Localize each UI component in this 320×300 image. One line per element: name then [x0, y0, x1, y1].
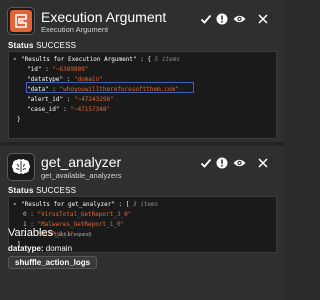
datatype-label: datatype:	[8, 244, 44, 253]
datatype-line: datatype: domain	[8, 244, 72, 253]
eye-icon[interactable]	[232, 156, 246, 170]
close-icon[interactable]	[256, 156, 270, 170]
shuffle-logo-icon	[7, 7, 35, 35]
json-value: "whoyouwillthereforesoftthem.com"	[59, 86, 179, 93]
json-row[interactable]: "data" : "whoyouwillthereforesoftthem.co…	[27, 85, 179, 95]
json-item-count: 5 items	[154, 56, 180, 63]
json-root-row[interactable]: ▾ "Results for get_analyzer" : [ 3 items	[13, 200, 158, 210]
json-value: "~6389809"	[52, 66, 89, 73]
json-root-brace: : {	[136, 56, 152, 63]
variables-hint: (click to expand)	[55, 232, 92, 238]
json-key: "case_id"	[27, 106, 60, 113]
collapse-triangle-icon[interactable]: ▾	[13, 200, 21, 210]
json-key: "data"	[27, 86, 49, 93]
variables-heading[interactable]: Variables (click to expand)	[8, 227, 91, 239]
status-label: Status	[8, 41, 34, 50]
json-close-brace: }	[17, 116, 21, 123]
json-root-row[interactable]: ▾ "Results for Execution Argument" : { 5 …	[13, 55, 180, 65]
card-subtitle: get_available_analyzers	[41, 171, 122, 180]
json-root-key: "Results for get_analyzer"	[21, 201, 115, 208]
checkmark-icon[interactable]	[199, 12, 213, 26]
json-row[interactable]: "alert_id" : "~47243298"	[27, 95, 114, 105]
json-item-count: 3 items	[133, 201, 159, 208]
card-title: Execution Argument	[41, 9, 167, 25]
get-analyzer-card: get_analyzer get_available_analyzers Sta…	[0, 146, 284, 300]
status-line: Status SUCCESS	[8, 186, 76, 195]
shuffle-action-logs-chip[interactable]: shuffle_action_logs	[8, 256, 98, 269]
json-key: "id"	[27, 66, 42, 73]
json-index: 0 :	[23, 211, 34, 218]
json-value: "~47157348"	[70, 106, 111, 113]
json-array-row[interactable]: 0 : "VirusTotal_GetReport_3_0"	[23, 210, 131, 220]
json-value: "VirusTotal_GetReport_3_0"	[37, 211, 132, 218]
execution-argument-card: Execution Argument Execution Argument St…	[0, 0, 284, 142]
status-value: SUCCESS	[36, 186, 77, 195]
alert-icon[interactable]	[215, 156, 229, 170]
status-label: Status	[8, 186, 34, 195]
json-root-key: "Results for Execution Argument"	[21, 56, 137, 63]
status-value: SUCCESS	[36, 41, 77, 50]
json-root-brace: : [	[114, 201, 130, 208]
variables-title: Variables	[8, 227, 54, 239]
json-viewer[interactable]: ▾ "Results for Execution Argument" : { 5 …	[8, 51, 277, 139]
status-line: Status SUCCESS	[8, 41, 76, 50]
alert-icon[interactable]	[215, 12, 229, 26]
card-subtitle: Execution Argument	[41, 25, 109, 34]
card-title: get_analyzer	[41, 154, 122, 170]
close-icon[interactable]	[256, 12, 270, 26]
card-actions	[199, 156, 279, 172]
json-value: "~47243298"	[73, 96, 114, 103]
card-actions	[199, 12, 279, 28]
eye-icon[interactable]	[232, 12, 246, 26]
datatype-value: domain	[45, 244, 73, 253]
collapse-triangle-icon[interactable]: ▾	[13, 55, 21, 65]
json-key: "alert_id"	[27, 96, 64, 103]
checkmark-icon[interactable]	[199, 156, 213, 170]
json-row[interactable]: "case_id" : "~47157348"	[27, 105, 110, 115]
brain-icon	[7, 153, 35, 181]
json-row[interactable]: "id" : "~6389809"	[27, 65, 88, 75]
